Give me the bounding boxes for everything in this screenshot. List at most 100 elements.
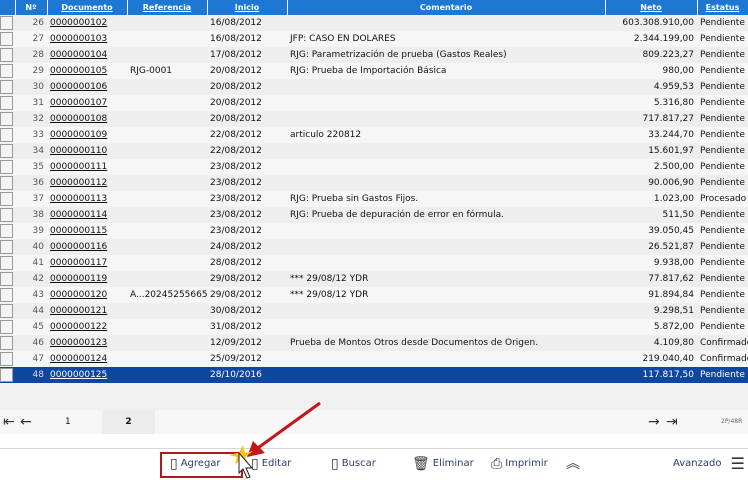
inicio-cell: 23/08/2012 bbox=[210, 178, 262, 188]
documento-link[interactable]: 0000000119 bbox=[50, 274, 107, 284]
row-checkbox[interactable] bbox=[0, 368, 13, 382]
row-checkbox[interactable] bbox=[0, 256, 13, 270]
table-row[interactable]: 35 0000000111 23/08/2012 2.500,00 Pendiente bbox=[0, 159, 748, 175]
table-row[interactable]: 48 0000000125 28/10/2016 117.817,50 Pendient… bbox=[0, 367, 748, 383]
prev-page-icon[interactable]: ← bbox=[20, 410, 32, 434]
table-row[interactable]: 28 0000000104 17/08/2012 RJG: Parametrizaci… bbox=[0, 47, 748, 63]
annotation-arrow bbox=[229, 401, 321, 479]
documento-link[interactable]: 0000000102 bbox=[50, 18, 107, 28]
table-row[interactable]: 36 0000000112 23/08/2012 90.006,90 Pendiente bbox=[0, 175, 748, 191]
neto-cell: 717.817,27 bbox=[642, 114, 694, 124]
first-page-icon[interactable]: ⇤ bbox=[3, 410, 15, 434]
table-row[interactable]: 45 0000000122 31/08/2012 5.872,00 Pendiente bbox=[0, 319, 748, 335]
row-checkbox[interactable] bbox=[0, 336, 13, 350]
row-checkbox[interactable] bbox=[0, 288, 13, 302]
documento-link[interactable]: 0000000115 bbox=[50, 226, 107, 236]
documento-link[interactable]: 0000000113 bbox=[50, 194, 107, 204]
row-checkbox[interactable] bbox=[0, 48, 13, 62]
col-documento[interactable]: Documento bbox=[47, 0, 128, 15]
table-row[interactable]: 30 0000000106 20/08/2012 4.959,53 Pendiente bbox=[0, 79, 748, 95]
row-checkbox[interactable] bbox=[0, 32, 13, 46]
row-checkbox[interactable] bbox=[0, 352, 13, 366]
row-checkbox[interactable] bbox=[0, 224, 13, 238]
documento-link[interactable]: 0000000116 bbox=[50, 242, 107, 252]
table-row[interactable]: 34 0000000110 22/08/2012 15.601,97 Pendiente bbox=[0, 143, 748, 159]
documento-link[interactable]: 0000000121 bbox=[50, 306, 107, 316]
row-number: 44 bbox=[32, 306, 44, 316]
documento-link[interactable]: 0000000124 bbox=[50, 354, 107, 364]
referencia-cell bbox=[127, 351, 207, 367]
row-checkbox[interactable] bbox=[0, 240, 13, 254]
row-checkbox[interactable] bbox=[0, 128, 13, 142]
col-inicio[interactable]: Inicio bbox=[207, 0, 288, 15]
table-row[interactable]: 38 0000000114 23/08/2012 RJG: Prueba de dep… bbox=[0, 207, 748, 223]
neto-cell: 117.817,50 bbox=[642, 370, 694, 380]
documento-link[interactable]: 0000000105 bbox=[50, 66, 107, 76]
next-page-icon[interactable]: → bbox=[648, 410, 660, 434]
table-row[interactable]: 33 0000000109 22/08/2012 articulo 220812 33.… bbox=[0, 127, 748, 143]
row-checkbox[interactable] bbox=[0, 144, 13, 158]
table-row[interactable]: 41 0000000117 28/08/2012 9.938,00 Pendiente bbox=[0, 255, 748, 271]
avanzado-button[interactable]: Avanzado ☰ bbox=[673, 455, 745, 473]
row-checkbox[interactable] bbox=[0, 160, 13, 174]
page-2[interactable]: 2 bbox=[102, 410, 155, 434]
documento-link[interactable]: 0000000122 bbox=[50, 322, 107, 332]
eliminar-button[interactable]: 🗑 Eliminar bbox=[412, 455, 474, 473]
col-estatus[interactable]: Estatus bbox=[697, 0, 748, 15]
table-row[interactable]: 32 0000000108 20/08/2012 717.817,27 Pendient… bbox=[0, 111, 748, 127]
table-row[interactable]: 43 0000000120 A...202452556655 29/08/2012 **… bbox=[0, 287, 748, 303]
row-checkbox[interactable] bbox=[0, 320, 13, 334]
row-checkbox[interactable] bbox=[0, 208, 13, 222]
table-row[interactable]: 42 0000000119 29/08/2012 *** 29/08/12 YDR 77… bbox=[0, 271, 748, 287]
row-checkbox[interactable] bbox=[0, 192, 13, 206]
row-checkbox[interactable] bbox=[0, 112, 13, 126]
page-1[interactable]: 1 bbox=[65, 410, 71, 434]
row-checkbox[interactable] bbox=[0, 96, 13, 110]
collapse-button[interactable]: ︽ bbox=[566, 455, 580, 473]
documento-link[interactable]: 0000000125 bbox=[50, 370, 107, 380]
documento-link[interactable]: 0000000109 bbox=[50, 130, 107, 140]
table-row[interactable]: 46 0000000123 12/09/2012 Prueba de Montos O… bbox=[0, 335, 748, 351]
table-row[interactable]: 26 0000000102 16/08/2012 603.308.910,00 Pend… bbox=[0, 15, 748, 31]
last-page-icon[interactable]: ⇥ bbox=[666, 410, 678, 434]
printer-icon: ⎙ bbox=[491, 456, 503, 472]
documento-link[interactable]: 0000000108 bbox=[50, 114, 107, 124]
documento-link[interactable]: 0000000111 bbox=[50, 162, 107, 172]
documento-link[interactable]: 0000000110 bbox=[50, 146, 107, 156]
inicio-cell: 12/09/2012 bbox=[210, 338, 262, 348]
comentario-cell: JFP: CASO EN DOLARES bbox=[290, 34, 396, 44]
documento-link[interactable]: 0000000120 bbox=[50, 290, 107, 300]
row-checkbox[interactable] bbox=[0, 176, 13, 190]
documento-link[interactable]: 0000000106 bbox=[50, 82, 107, 92]
table-row[interactable]: 31 0000000107 20/08/2012 5.316,80 Pendiente bbox=[0, 95, 748, 111]
inicio-cell: 23/08/2012 bbox=[210, 226, 262, 236]
table-row[interactable]: 29 0000000105 RJG-0001 20/08/2012 RJG: Prueb… bbox=[0, 63, 748, 79]
imprimir-button[interactable]: ⎙ Imprimir bbox=[491, 455, 548, 473]
col-referencia[interactable]: Referencia bbox=[127, 0, 208, 15]
row-checkbox[interactable] bbox=[0, 16, 13, 30]
documento-cell: 0000000104 bbox=[47, 47, 127, 63]
table-row[interactable]: 40 0000000116 24/08/2012 26.521,87 Pendiente bbox=[0, 239, 748, 255]
buscar-button[interactable]: ▯ Buscar bbox=[331, 455, 376, 473]
table-row[interactable]: 27 0000000103 16/08/2012 JFP: CASO EN DOLAR… bbox=[0, 31, 748, 47]
table-row[interactable]: 44 0000000121 30/08/2012 9.298,51 Pendiente bbox=[0, 303, 748, 319]
documento-link[interactable]: 0000000107 bbox=[50, 98, 107, 108]
documento-link[interactable]: 0000000117 bbox=[50, 258, 107, 268]
documento-link[interactable]: 0000000104 bbox=[50, 50, 107, 60]
table-row[interactable]: 39 0000000115 23/08/2012 39.050,45 Pendiente bbox=[0, 223, 748, 239]
documento-link[interactable]: 0000000114 bbox=[50, 210, 107, 220]
neto-cell: 39.050,45 bbox=[648, 226, 694, 236]
neto-cell: 90.006,90 bbox=[648, 178, 694, 188]
row-checkbox[interactable] bbox=[0, 304, 13, 318]
documento-link[interactable]: 0000000112 bbox=[50, 178, 107, 188]
neto-cell: 2.500,00 bbox=[653, 162, 694, 172]
documento-link[interactable]: 0000000103 bbox=[50, 34, 107, 44]
row-checkbox[interactable] bbox=[0, 272, 13, 286]
table-row[interactable]: 37 0000000113 23/08/2012 RJG: Prueba sin Ga… bbox=[0, 191, 748, 207]
inicio-cell: 22/08/2012 bbox=[210, 146, 262, 156]
col-neto[interactable]: Neto bbox=[605, 0, 698, 15]
row-checkbox[interactable] bbox=[0, 80, 13, 94]
row-checkbox[interactable] bbox=[0, 64, 13, 78]
documento-link[interactable]: 0000000123 bbox=[50, 338, 107, 348]
table-row[interactable]: 47 0000000124 25/09/2012 219.040,40 Confirma… bbox=[0, 351, 748, 367]
